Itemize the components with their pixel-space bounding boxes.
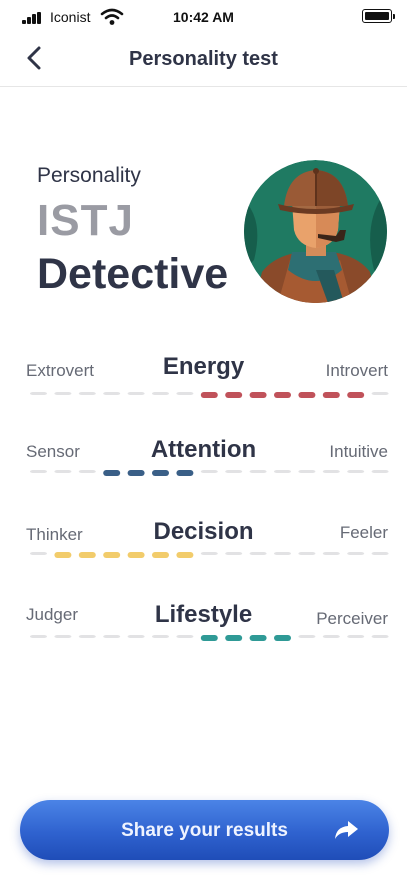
scale-segment-active [103, 470, 121, 476]
scale-segment-active [103, 552, 121, 558]
scale-segment-active [127, 470, 145, 476]
trait-scale [30, 470, 389, 476]
scale-segment [30, 392, 47, 395]
scale-segment [103, 392, 121, 395]
scale-segment [322, 552, 340, 555]
trait-decision: Thinker Decision Feeler [0, 515, 407, 575]
scale-segment [298, 635, 316, 638]
scale-segment-active [176, 470, 194, 476]
scale-segment [274, 470, 291, 473]
scale-segment [78, 635, 96, 638]
trait-scale [30, 635, 389, 641]
scale-segment [127, 392, 145, 395]
share-arrow-icon [335, 821, 358, 839]
trait-attention: Sensor Attention Intuitive [0, 434, 407, 494]
scale-segment [225, 552, 243, 555]
scale-segment [200, 552, 218, 555]
scale-segment [54, 392, 72, 395]
scale-segment-active [274, 392, 291, 398]
scale-segment-active [127, 552, 145, 558]
navigation-bar: Personality test [0, 34, 407, 87]
personality-code: ISTJ [37, 196, 134, 245]
scale-segment [152, 392, 169, 395]
scale-segment-active [225, 635, 243, 641]
scale-segment [371, 392, 389, 395]
detective-avatar [244, 160, 387, 303]
scale-segment [54, 470, 72, 473]
scale-segment [249, 552, 267, 555]
scale-segment [298, 470, 316, 473]
scale-segment [30, 470, 47, 473]
personality-name: Detective [37, 250, 229, 298]
scale-segment [152, 635, 169, 638]
scale-segment [347, 470, 365, 473]
scale-segment [176, 635, 194, 638]
scale-segment [322, 470, 340, 473]
scale-segment-active [347, 392, 365, 398]
scale-segment [78, 470, 96, 473]
scale-segment [249, 470, 267, 473]
scale-segment [347, 552, 365, 555]
scale-segment [103, 635, 121, 638]
scale-segment [30, 552, 47, 555]
page-title: Personality test [129, 48, 278, 70]
trait-lifestyle: Judger Lifestyle Perceiver [0, 597, 407, 657]
scale-segment [127, 635, 145, 638]
scale-segment [200, 470, 218, 473]
scale-segment-active [200, 635, 218, 641]
scale-segment-active [298, 392, 316, 398]
battery-icon [362, 9, 395, 23]
status-time: 10:42 AM [173, 9, 234, 25]
scale-segment [274, 552, 291, 555]
scale-segment [371, 470, 389, 473]
scale-segment [30, 635, 47, 638]
scale-segment-active [152, 552, 169, 558]
scale-segment-active [225, 392, 243, 398]
scale-segment [54, 635, 72, 638]
trait-right-label: Perceiver [316, 609, 388, 628]
scale-segment [176, 392, 194, 395]
scale-segment-active [249, 635, 267, 641]
scale-segment [298, 552, 316, 555]
scale-segment-active [200, 392, 218, 398]
scale-segment-active [176, 552, 194, 558]
share-results-button[interactable]: Share your results [20, 800, 389, 860]
status-bar: Iconist 10:42 AM [0, 0, 407, 34]
scale-segment [347, 635, 365, 638]
trait-right-label: Intuitive [329, 442, 388, 461]
trait-energy: Extrovert Energy Introvert [0, 350, 407, 410]
scale-segment-active [152, 470, 169, 476]
scale-segment-active [274, 635, 291, 641]
trait-right-label: Feeler [339, 523, 388, 542]
personality-label: Personality [37, 164, 141, 187]
scale-segment [78, 392, 96, 395]
scale-segment [371, 635, 389, 638]
trait-scale [30, 552, 389, 558]
scale-segment-active [322, 392, 340, 398]
scale-segment [225, 470, 243, 473]
trait-right-label: Introvert [325, 361, 388, 380]
trait-scale [30, 392, 389, 398]
scale-segment [371, 552, 389, 555]
scale-segment-active [54, 552, 72, 558]
scale-segment-active [249, 392, 267, 398]
scale-segment-active [78, 552, 96, 558]
scale-segment [322, 635, 340, 638]
